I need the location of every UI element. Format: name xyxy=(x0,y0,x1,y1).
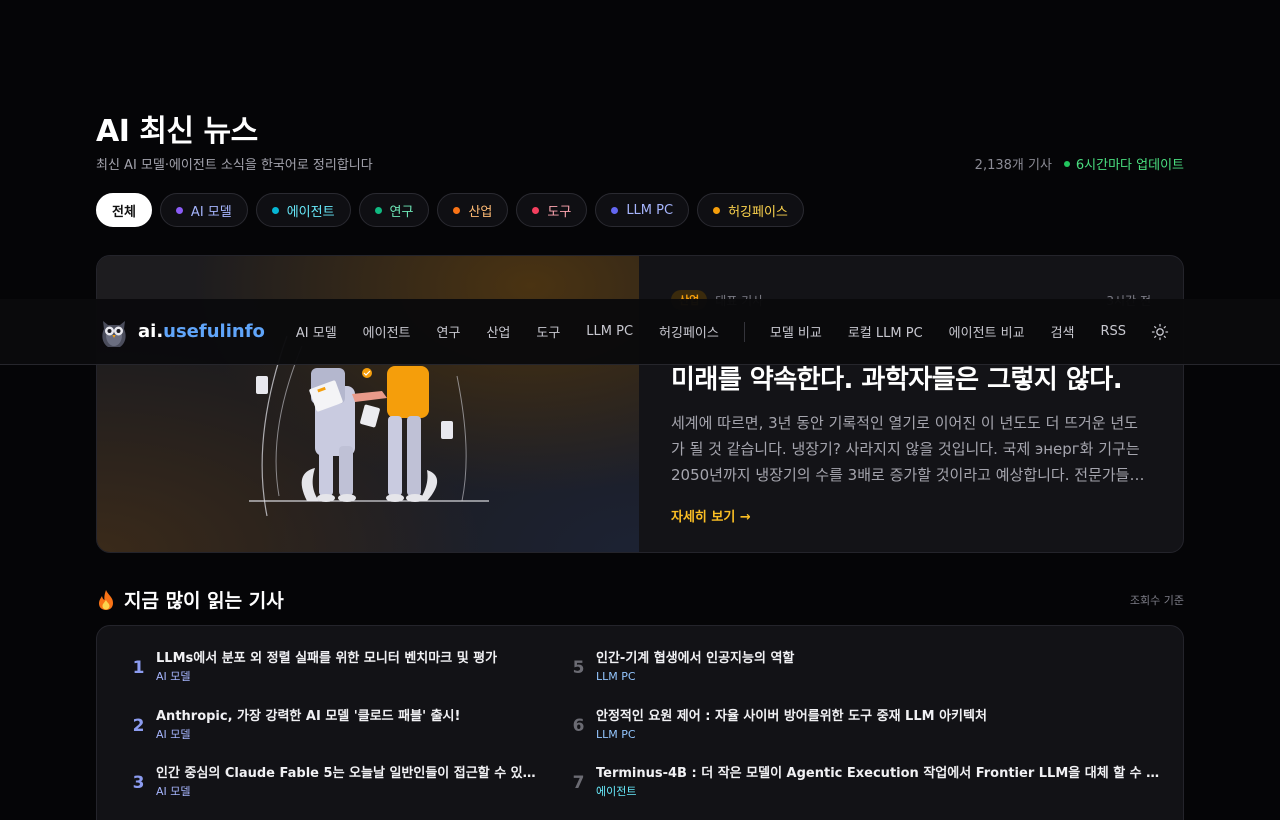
rank-number: 5 xyxy=(572,658,585,678)
filter-chip-label: 허깅페이스 xyxy=(728,204,788,220)
article-title: 인간-기계 협생에서 인공지능의 역할 xyxy=(596,651,795,666)
article-title: 인간 중심의 Claude Fable 5는 오늘날 일반인들이 접근할 수 있… xyxy=(156,766,541,781)
popular-articles-list: 1 LLMs에서 분포 외 정렬 실패를 위한 모니터 벤치마크 및 평가 AI… xyxy=(96,625,1184,820)
page-title: AI 최신 뉴스 xyxy=(96,114,258,149)
nav-item-rss[interactable]: RSS xyxy=(1087,324,1139,339)
rank-number: 1 xyxy=(132,658,145,678)
update-note: 6시간마다 업데이트 xyxy=(1075,158,1184,173)
page-meta: 2,138개 기사 6시간마다 업데이트 xyxy=(975,154,1184,173)
article-category: AI 모델 xyxy=(156,785,191,798)
filter-chip-label: AI 모델 xyxy=(190,204,232,220)
article-count: 2,138개 기사 xyxy=(974,158,1052,173)
nav-item-llm-pc[interactable]: LLM PC xyxy=(573,324,646,339)
filter-chip-all[interactable]: 전체 xyxy=(96,193,152,227)
featured-title[interactable]: 미래를 약속한다. 과학자들은 그렇지 않다. xyxy=(671,362,1151,398)
filter-chip-label: 산업 xyxy=(468,204,493,220)
article-title: LLMs에서 분포 외 정렬 실패를 위한 모니터 벤치마크 및 평가 xyxy=(156,651,498,666)
rank-number: 2 xyxy=(132,715,145,736)
list-item[interactable]: 5 인간-기계 협생에서 인공지능의 역할 LLM PC xyxy=(561,646,1161,704)
category-dot-icon xyxy=(453,206,461,214)
filter-chip-llm-pc[interactable]: LLM PC xyxy=(595,193,690,227)
sun-icon[interactable] xyxy=(1151,323,1169,341)
popular-section-title: 지금 많이 읽는 기사 xyxy=(96,586,284,613)
update-status: 6시간마다 업데이트 xyxy=(1063,154,1184,173)
article-title: Terminus-4B : 더 작은 모델이 Agentic Execution… xyxy=(596,766,1161,781)
fire-icon xyxy=(99,589,113,610)
nav-item-industry[interactable]: 산업 xyxy=(473,322,523,341)
article-category: AI 모델 xyxy=(156,670,191,683)
page-subtitle: 최신 AI 모델·에이전트 소식을 한국어로 정리합니다 xyxy=(96,158,373,173)
list-item[interactable]: 6 안정적인 요원 제어 : 자율 사이버 방어를위한 도구 중재 LLM 아키… xyxy=(561,704,1161,762)
article-category: LLM PC xyxy=(596,727,636,741)
filter-chip-label: 연구 xyxy=(389,204,414,220)
filter-chip-label: LLM PC xyxy=(626,202,674,218)
nav-item-model-compare[interactable]: 모델 비교 xyxy=(757,322,835,341)
filter-chip-industry[interactable]: 산업 xyxy=(437,193,509,227)
list-item[interactable]: 1 LLMs에서 분포 외 정렬 실패를 위한 모니터 벤치마크 및 평가 AI… xyxy=(121,646,541,704)
nav-item-search[interactable]: 검색 xyxy=(1038,322,1088,341)
article-category: AI 모델 xyxy=(156,727,191,741)
rank-number: 7 xyxy=(572,773,585,793)
list-item[interactable]: 7 Terminus-4B : 더 작은 모델이 Agentic Executi… xyxy=(561,761,1161,819)
filter-chip-huggingface[interactable]: 허깅페이스 xyxy=(697,193,804,227)
nav-category-links: AI 모델 에이전트 연구 산업 도구 LLM PC 허깅페이스 모델 비교 로… xyxy=(283,321,1169,342)
category-dot-icon xyxy=(175,206,183,214)
category-dot-icon xyxy=(611,206,619,214)
category-filter-bar: 전체 AI 모델 에이전트 연구 산업 도구 LLM PC 허깅페이스 xyxy=(96,193,804,227)
category-dot-icon xyxy=(374,206,382,214)
list-item[interactable]: 3 인간 중심의 Claude Fable 5는 오늘날 일반인들이 접근할 수… xyxy=(121,761,541,819)
list-item[interactable]: 2 Anthropic, 가장 강력한 AI 모델 '클로드 패블' 출시! A… xyxy=(121,704,541,762)
popular-basis-note: 조회수 기준 xyxy=(1129,593,1184,607)
subtitle-row: 최신 AI 모델·에이전트 소식을 한국어로 정리합니다 2,138개 기사 6… xyxy=(96,154,1184,173)
rank-number: 3 xyxy=(132,773,145,793)
brand-logo-link[interactable]: ai.usefulinfo xyxy=(100,315,265,349)
page-header: AI 최신 뉴스 최신 AI 모델·에이전트 소식을 한국어로 정리합니다 2,… xyxy=(96,112,1184,173)
article-category: 에이전트 xyxy=(596,785,637,798)
filter-chip-label: 에이전트 xyxy=(286,204,335,220)
filter-chip-ai-model[interactable]: AI 모델 xyxy=(159,193,248,227)
top-navigation-bar: ai.usefulinfo AI 모델 에이전트 연구 산업 도구 LLM PC… xyxy=(0,299,1280,365)
filter-chip-research[interactable]: 연구 xyxy=(358,193,430,227)
nav-item-local-llm-pc[interactable]: 로컬 LLM PC xyxy=(835,322,936,341)
nav-item-agent-compare[interactable]: 에이전트 비교 xyxy=(936,322,1038,341)
popular-section-header: 지금 많이 읽는 기사 조회수 기준 xyxy=(96,586,1184,613)
filter-chip-label: 전체 xyxy=(112,204,136,220)
filter-chip-label: 도구 xyxy=(547,204,572,220)
category-dot-icon xyxy=(532,206,540,214)
category-dot-icon xyxy=(271,206,279,214)
filter-chip-agent[interactable]: 에이전트 xyxy=(255,193,351,227)
owl-logo-icon xyxy=(102,320,126,347)
nav-divider xyxy=(743,321,745,342)
brand-name: ai.usefulinfo xyxy=(138,321,265,342)
filter-chip-tools[interactable]: 도구 xyxy=(516,193,588,227)
nav-item-ai-model[interactable]: AI 모델 xyxy=(283,322,350,341)
page: AI 최신 뉴스 최신 AI 모델·에이전트 소식을 한국어로 정리합니다 2,… xyxy=(0,0,1280,820)
article-title: 안정적인 요원 제어 : 자율 사이버 방어를위한 도구 중재 LLM 아키텍처 xyxy=(596,708,987,724)
nav-item-agent[interactable]: 에이전트 xyxy=(350,322,424,341)
rank-number: 6 xyxy=(572,715,585,736)
nav-item-huggingface[interactable]: 허깅페이스 xyxy=(646,322,732,341)
article-category: LLM PC xyxy=(596,670,636,683)
featured-description: 세계에 따르면, 3년 동안 기록적인 열기로 이어진 이 년도도 더 뜨거운 … xyxy=(671,414,1144,484)
nav-item-research[interactable]: 연구 xyxy=(424,322,474,341)
read-more-link[interactable]: 자세히 보기 → xyxy=(671,506,1151,525)
article-title: Anthropic, 가장 강력한 AI 모델 '클로드 패블' 출시! xyxy=(156,708,461,724)
category-dot-icon xyxy=(713,206,721,214)
nav-item-tools[interactable]: 도구 xyxy=(523,322,573,341)
live-dot-icon xyxy=(1063,160,1070,167)
